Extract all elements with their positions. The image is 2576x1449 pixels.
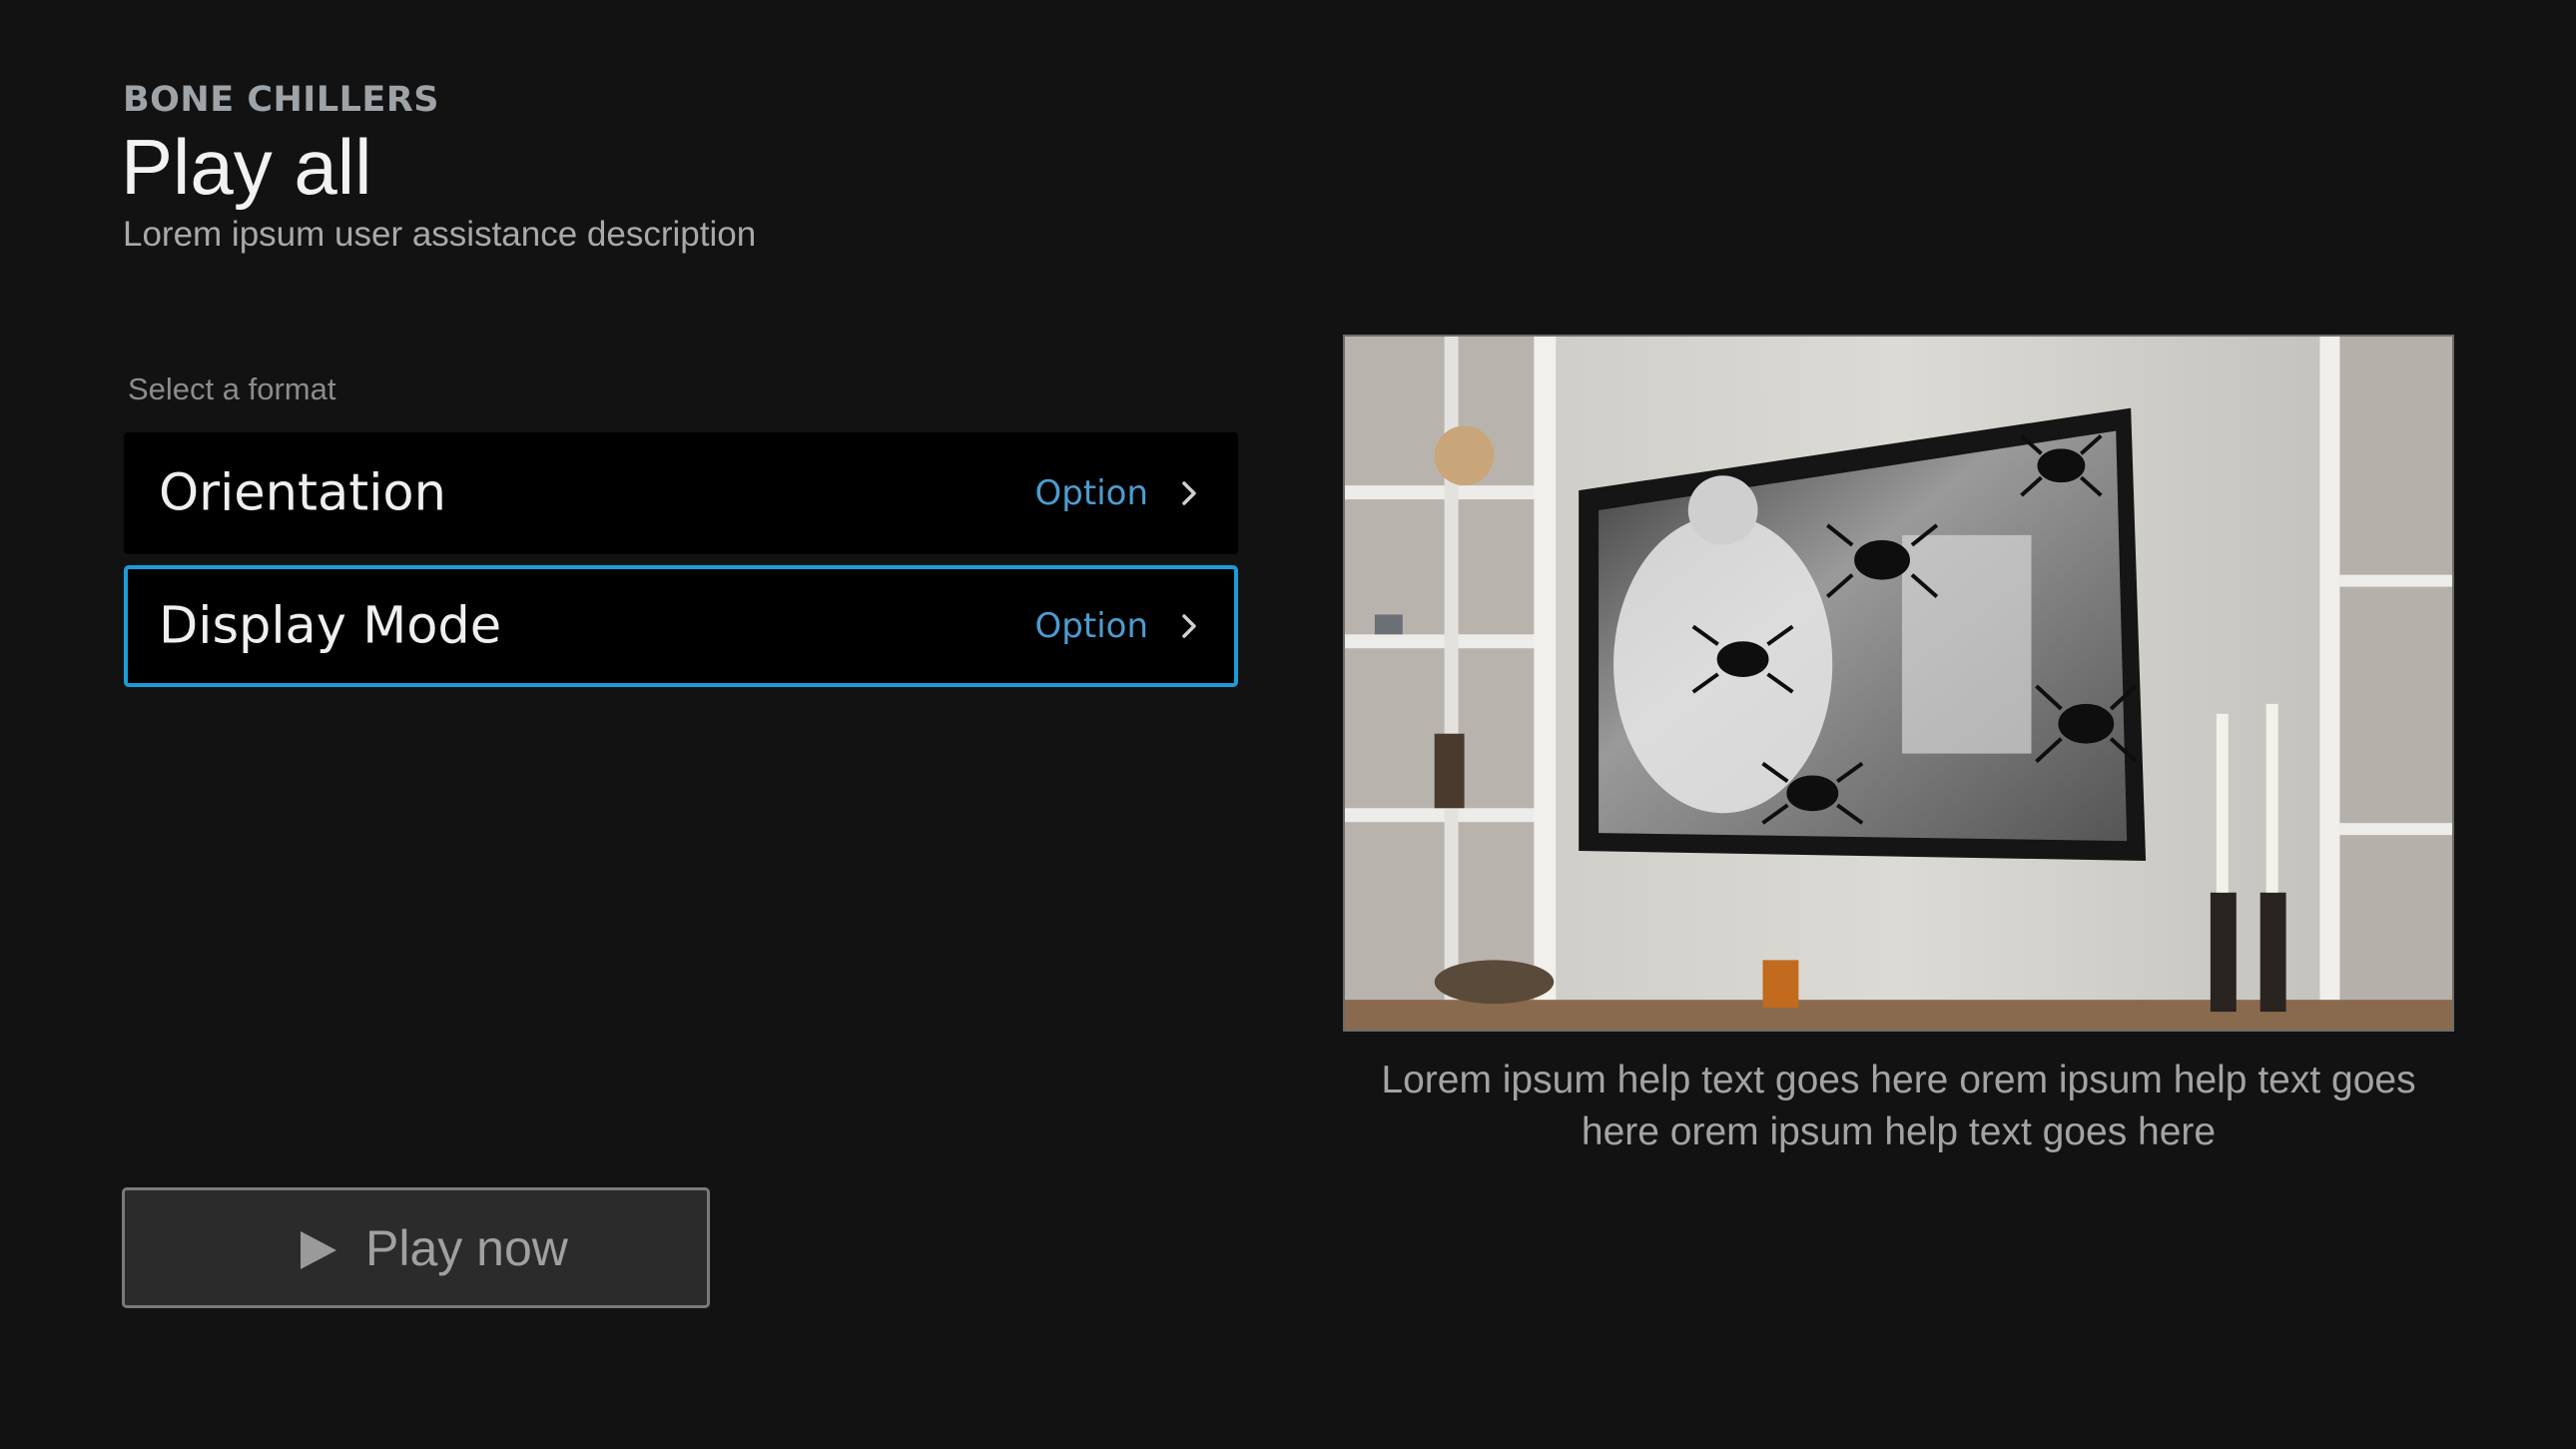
- chevron-right-icon: [1182, 614, 1196, 638]
- orientation-row[interactable]: Orientation Option: [124, 432, 1238, 554]
- category-label: BONE CHILLERS: [123, 80, 439, 120]
- play-now-label: Play now: [365, 1219, 568, 1276]
- chevron-right-icon: [1182, 481, 1196, 505]
- preview-image: [1343, 335, 2454, 1032]
- display-mode-row[interactable]: Display Mode Option: [124, 565, 1238, 687]
- orientation-label: Orientation: [159, 463, 446, 523]
- display-mode-label: Display Mode: [159, 596, 502, 656]
- page-subtitle: Lorem ipsum user assistance description: [123, 215, 757, 254]
- play-icon: [301, 1231, 336, 1269]
- preview-illustration: [1345, 337, 2452, 1030]
- display-mode-value: Option: [1034, 606, 1148, 646]
- orientation-value: Option: [1034, 473, 1148, 513]
- select-format-label: Select a format: [128, 371, 336, 406]
- page-title: Play all: [121, 123, 372, 211]
- play-now-button[interactable]: Play now: [122, 1187, 710, 1308]
- help-text: Lorem ipsum help text goes here orem ips…: [1381, 1059, 2416, 1153]
